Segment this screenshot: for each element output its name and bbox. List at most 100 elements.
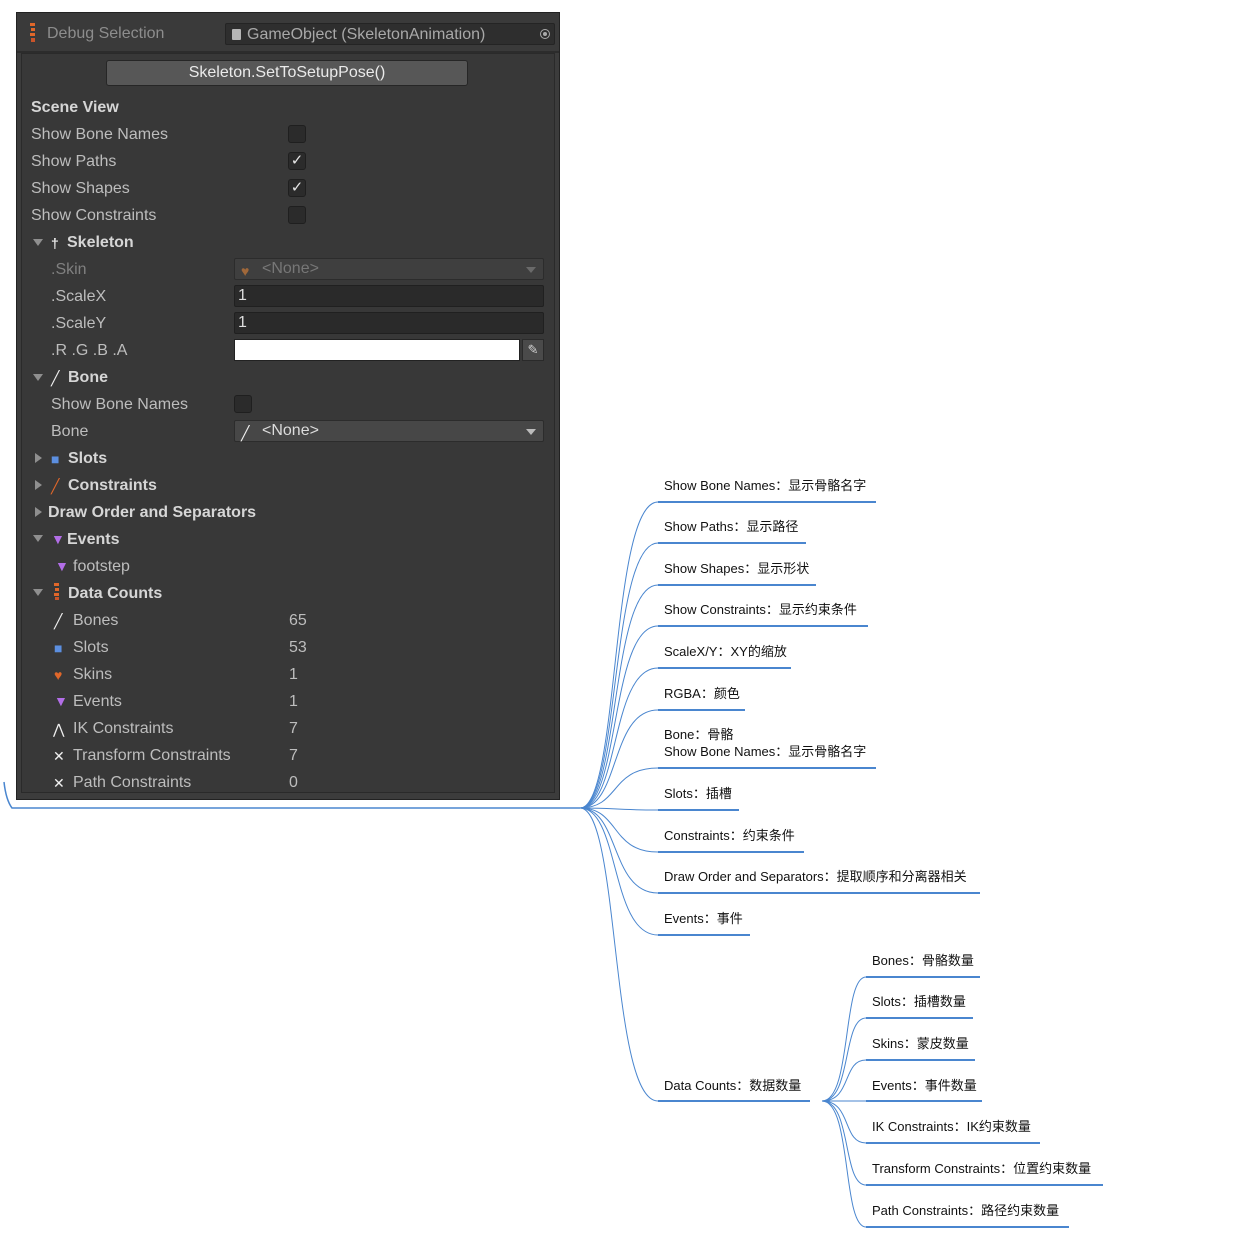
chevron-down-icon	[526, 267, 536, 273]
mindmap-node: Constraints：约束条件	[664, 828, 795, 843]
count-events-value: 1	[289, 693, 298, 710]
mindmap-node: Show Shapes：显示形状	[664, 561, 810, 576]
count-slots-label: Slots	[73, 639, 109, 656]
mindmap-subnode: Skins：蒙皮数量	[872, 1036, 969, 1051]
mindmap-subnode: Events：事件数量	[872, 1078, 977, 1093]
bone-header[interactable]: Bone	[68, 367, 108, 389]
mindmap-subnode: Bones：骨骼数量	[872, 953, 974, 968]
skin-dropdown[interactable]: ♥ <None>	[234, 258, 544, 280]
eyedropper-icon[interactable]: ✎	[522, 339, 544, 361]
show-paths-label: Show Paths	[31, 153, 117, 170]
mindmap-node: Show Paths：显示路径	[664, 519, 799, 534]
count-events-label: Events	[73, 693, 122, 710]
bone-icon: ╱	[241, 425, 250, 441]
data-counts-header[interactable]: Data Counts	[68, 583, 162, 605]
skin-icon: ♥	[241, 263, 250, 279]
mindmap-branch-connector	[579, 667, 659, 809]
show-shapes-checkbox[interactable]: ✓	[288, 179, 306, 197]
draw-order-foldout-arrow[interactable]	[35, 507, 42, 517]
scalex-label: .ScaleX	[51, 288, 107, 305]
scene-view-header: Scene View	[31, 99, 119, 116]
slots-header[interactable]: Slots	[68, 448, 107, 470]
events-header[interactable]: Events	[67, 529, 119, 551]
constraints-foldout-arrow[interactable]	[35, 480, 42, 490]
transform-constraint-icon: ✕	[53, 748, 65, 764]
count-ik-constraints-value: 7	[289, 720, 298, 737]
mindmap-node: ScaleX/Y：XY的缩放	[664, 644, 787, 659]
mindmap-branch-connector	[579, 807, 659, 853]
scaley-input[interactable]: 1	[234, 312, 544, 334]
mindmap-subnode: Path Constraints：路径约束数量	[872, 1203, 1060, 1218]
mindmap-node: Show Constraints：显示约束条件	[664, 602, 857, 617]
count-skins-label: Skins	[73, 666, 113, 683]
skeleton-foldout-arrow[interactable]	[33, 239, 43, 246]
mindmap-subbranch-connector	[821, 976, 867, 1102]
event-icon: ▼	[55, 558, 69, 574]
count-transform-constraints-label: Transform Constraints	[73, 747, 231, 764]
scalex-input[interactable]: 1	[234, 285, 544, 307]
mindmap-node: Events：事件	[664, 911, 743, 926]
mindmap-subnode: IK Constraints：IK约束数量	[872, 1119, 1031, 1134]
bone-show-names-checkbox[interactable]	[234, 395, 252, 413]
mindmap-subbranch-connector	[821, 1100, 867, 1228]
show-constraints-checkbox[interactable]	[288, 206, 306, 224]
count-path-constraints-value: 0	[289, 774, 298, 791]
slots-foldout-arrow[interactable]	[35, 453, 42, 463]
skin-dropdown-value: <None>	[262, 260, 319, 277]
rgba-color-field[interactable]: ✎	[234, 339, 544, 361]
slots-icon: ■	[54, 640, 63, 656]
path-constraint-icon: ✕	[53, 775, 65, 791]
set-to-setup-pose-button[interactable]: Skeleton.SetToSetupPose()	[106, 60, 468, 86]
count-bones-label: Bones	[73, 612, 119, 629]
mindmap-node: Show Bone Names：显示骨骼名字	[664, 478, 867, 493]
ik-constraint-icon: ⋀	[53, 721, 65, 737]
data-counts-foldout-arrow[interactable]	[33, 589, 43, 596]
bone-show-names-label: Show Bone Names	[51, 396, 188, 413]
mindmap-subnode: Slots：插槽数量	[872, 994, 966, 1009]
count-skins-value: 1	[289, 666, 298, 683]
panel-header: Debug Selection GameObject (SkeletonAnim…	[17, 13, 559, 53]
constraints-icon: ╱	[51, 478, 60, 494]
mindmap-branch-connector	[579, 584, 659, 809]
bone-dropdown[interactable]: ╱ <None>	[234, 420, 544, 442]
mindmap-subbranch-connector	[821, 1100, 867, 1144]
bone-icon: ╱	[54, 613, 63, 629]
bone-label: Bone	[51, 423, 89, 440]
event-item-footstep: footstep	[73, 558, 130, 575]
object-picker-icon[interactable]	[540, 29, 550, 39]
chevron-down-icon	[526, 429, 536, 435]
mindmap-node: Show Bone Names：显示骨骼名字	[664, 744, 867, 759]
count-ik-constraints-label: IK Constraints	[73, 720, 174, 737]
mindmap-branch-connector	[579, 807, 659, 936]
bone-foldout-arrow[interactable]	[33, 374, 43, 381]
draw-order-header[interactable]: Draw Order and Separators	[48, 502, 256, 524]
events-foldout-arrow[interactable]	[33, 535, 43, 542]
bone-dropdown-value: <None>	[262, 422, 319, 439]
scaley-label: .ScaleY	[51, 315, 107, 332]
mindmap-node: Data Counts：数据数量	[664, 1078, 802, 1093]
show-bone-names-checkbox[interactable]	[288, 125, 306, 143]
rgba-color-swatch[interactable]	[234, 339, 520, 361]
debug-selection-panel: Debug Selection GameObject (SkeletonAnim…	[16, 12, 560, 800]
mindmap-node: RGBA：颜色	[664, 686, 740, 701]
skeleton-icon: †	[51, 235, 59, 251]
mindmap-node: Bone：骨骼	[664, 727, 734, 742]
constraints-header[interactable]: Constraints	[68, 475, 157, 497]
skin-icon: ♥	[54, 667, 63, 683]
show-paths-checkbox[interactable]: ✓	[288, 152, 306, 170]
gameobject-field[interactable]: GameObject (SkeletonAnimation)	[225, 23, 555, 45]
event-icon: ▼	[51, 531, 65, 547]
mindmap-branch-connector	[579, 807, 659, 1102]
gameobject-icon	[232, 29, 241, 40]
mindmap-subbranch-connector	[821, 1017, 867, 1102]
event-icon: ▼	[54, 693, 68, 709]
mindmap-subbranch-connector	[821, 1100, 867, 1186]
slots-icon: ■	[51, 451, 60, 467]
count-bones-value: 65	[289, 612, 307, 629]
skeleton-header[interactable]: Skeleton	[67, 232, 134, 254]
mindmap-subbranch-connector	[821, 1059, 867, 1102]
rgba-label: .R .G .B .A	[51, 342, 128, 359]
mindmap-subnode: Transform Constraints：位置约束数量	[872, 1161, 1092, 1176]
show-constraints-label: Show Constraints	[31, 207, 157, 224]
gameobject-field-value: GameObject (SkeletonAnimation)	[247, 26, 486, 43]
